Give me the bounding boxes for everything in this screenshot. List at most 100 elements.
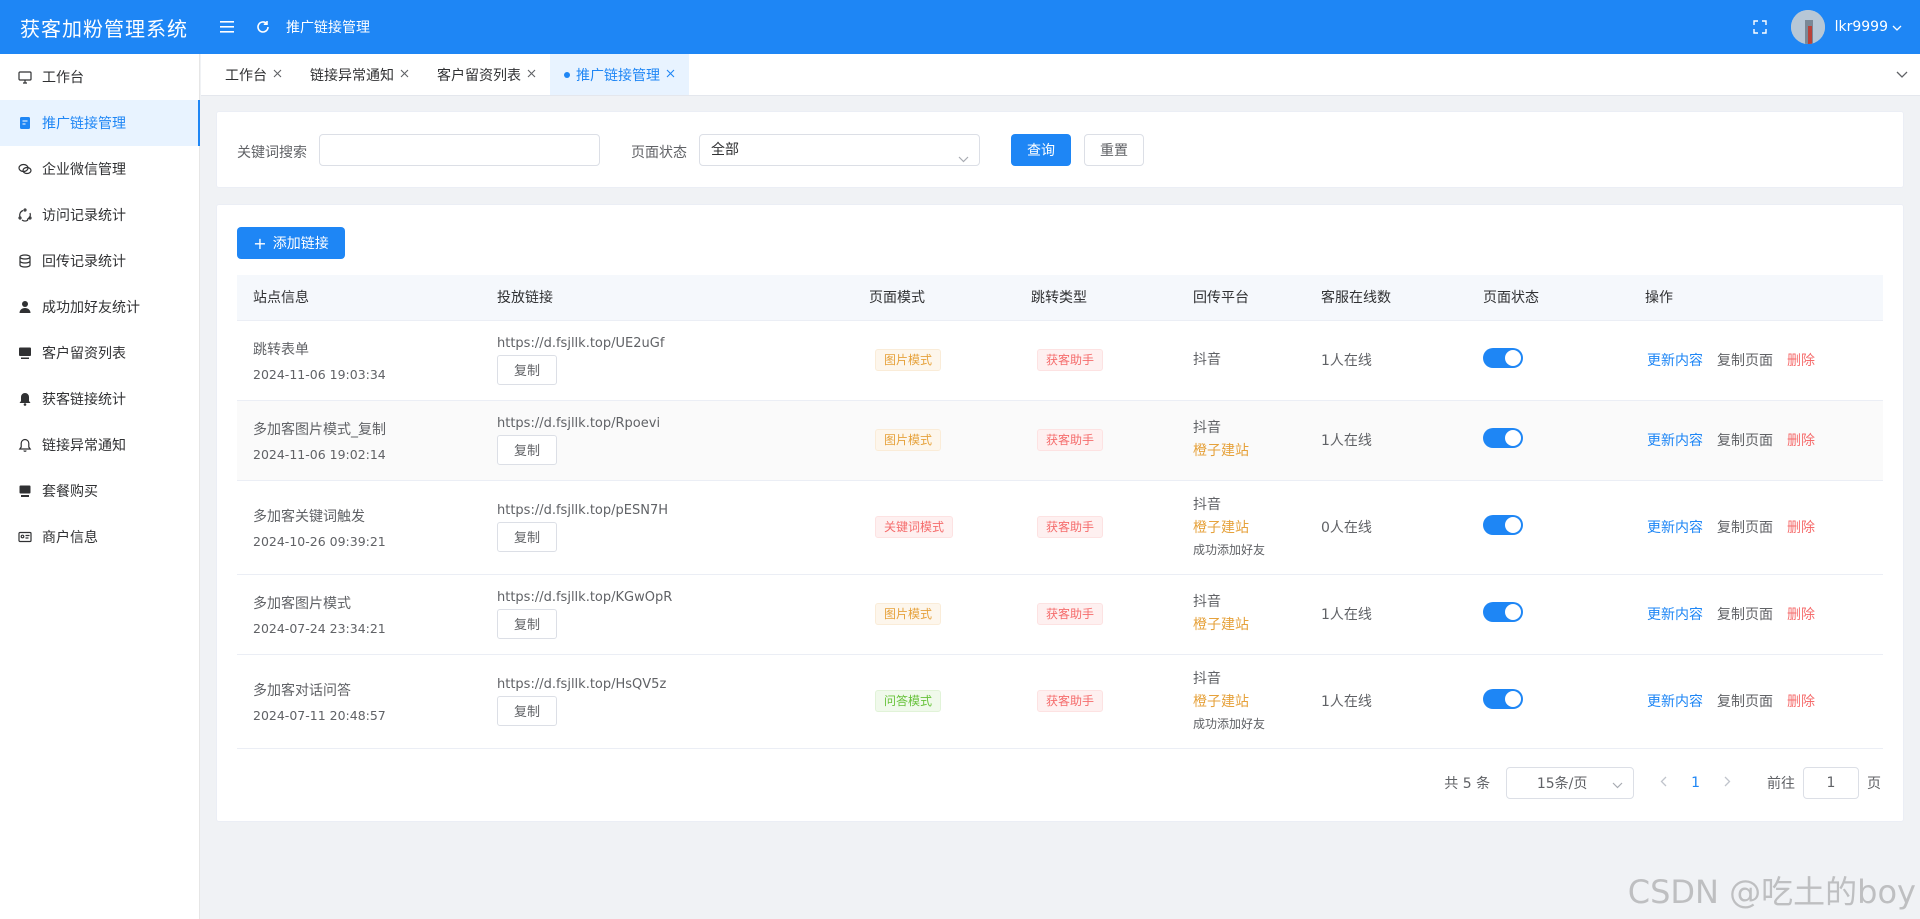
close-icon[interactable] <box>666 67 675 82</box>
platform-name: 橙子建站 <box>1193 443 1249 459</box>
tab-label: 工作台 <box>225 67 267 84</box>
sidebar-item-2[interactable]: 企业微信管理 <box>0 146 199 192</box>
document-icon <box>18 116 32 130</box>
copy-link-button[interactable]: 复制 <box>497 434 557 465</box>
sidebar-item-3[interactable]: 访问记录统计 <box>0 192 199 238</box>
sidebar-item-7[interactable]: 获客链接统计 <box>0 376 199 422</box>
user-name[interactable]: lkr9999 <box>1835 19 1888 35</box>
cycle-icon <box>18 208 32 222</box>
update-content-link[interactable]: 更新内容 <box>1647 353 1703 369</box>
copy-link-button[interactable]: 复制 <box>497 354 557 385</box>
tab-0[interactable]: 工作台 <box>211 54 296 95</box>
page-status-cell <box>1467 400 1629 481</box>
bell-icon <box>18 438 32 452</box>
add-link-button[interactable]: + 添加链接 <box>237 227 345 259</box>
sidebar-item-label: 链接异常通知 <box>42 438 126 454</box>
page-mode-cell: 图片模式 <box>853 574 1015 655</box>
sidebar-item-label: 推广链接管理 <box>42 116 126 132</box>
refresh-icon[interactable] <box>254 18 272 36</box>
sidebar-item-9[interactable]: 套餐购买 <box>0 468 199 514</box>
sidebar-item-1[interactable]: 推广链接管理 <box>0 100 200 146</box>
prev-page-icon[interactable] <box>1660 775 1667 791</box>
query-button[interactable]: 查询 <box>1011 134 1071 166</box>
update-content-link[interactable]: 更新内容 <box>1647 607 1703 623</box>
page-number-current[interactable]: 1 <box>1691 775 1700 791</box>
next-page-icon[interactable] <box>1724 775 1731 791</box>
sidebar-item-0[interactable]: 工作台 <box>0 54 199 100</box>
copy-link-button[interactable]: 复制 <box>497 695 557 726</box>
reset-button[interactable]: 重置 <box>1084 134 1144 166</box>
delete-link[interactable]: 删除 <box>1787 353 1815 369</box>
page-status-toggle[interactable] <box>1483 428 1523 448</box>
jump-type-cell: 获客助手 <box>1015 480 1177 575</box>
status-label: 页面状态 <box>631 145 687 161</box>
page-status-toggle[interactable] <box>1483 515 1523 535</box>
link-list-panel: + 添加链接 站点信息 投放链接 页面模式 跳转类型 回传平台 客服在线数 页面状态 操作 跳… <box>216 204 1904 822</box>
menu-toggle-icon[interactable] <box>218 18 236 36</box>
copy-link-button[interactable]: 复制 <box>497 521 557 552</box>
goto-unit: 页 <box>1867 776 1881 792</box>
site-name: 多加客图片模式_复制 <box>253 421 386 438</box>
tabs-spacer <box>201 54 211 95</box>
page-status-toggle[interactable] <box>1483 689 1523 709</box>
copy-link-button[interactable]: 复制 <box>497 608 557 639</box>
column-header: 页面模式 <box>853 275 1015 321</box>
status-select-value: 全部 <box>711 142 739 158</box>
platform-name: 橙子建站 <box>1193 617 1249 633</box>
sidebar-item-6[interactable]: 客户留资列表 <box>0 330 199 376</box>
sidebar-item-8[interactable]: 链接异常通知 <box>0 422 199 468</box>
delete-link[interactable]: 删除 <box>1787 520 1815 536</box>
delete-link[interactable]: 删除 <box>1787 433 1815 449</box>
page-status-toggle[interactable] <box>1483 348 1523 368</box>
actions-cell: 更新内容 复制页面 删除 <box>1629 400 1883 481</box>
page-mode-cell: 图片模式 <box>853 320 1015 401</box>
site-created-time: 2024-11-06 19:02:14 <box>253 446 386 462</box>
tab-2[interactable]: 客户留资列表 <box>423 54 550 95</box>
fullscreen-icon[interactable] <box>1751 18 1769 36</box>
page-size-value: 15条/页 <box>1536 776 1588 792</box>
site-info-cell: 多加客图片模式_复制 2024-11-06 19:02:14 <box>237 400 481 481</box>
close-icon[interactable] <box>527 67 536 82</box>
sidebar-item-4[interactable]: 回传记录统计 <box>0 238 199 284</box>
column-header: 跳转类型 <box>1015 275 1177 321</box>
goto-page-input[interactable]: 1 <box>1803 767 1859 799</box>
avatar[interactable] <box>1790 10 1825 44</box>
column-header: 投放链接 <box>481 275 853 321</box>
chevron-down-icon[interactable] <box>1896 67 1908 83</box>
close-icon[interactable] <box>400 67 409 82</box>
copy-page-link[interactable]: 复制页面 <box>1717 520 1773 536</box>
table-row: 跳转表单 2024-11-06 19:03:34 https://d.fsjllk.… <box>237 320 1883 401</box>
sidebar-item-10[interactable]: 商户信息 <box>0 514 199 560</box>
site-created-time: 2024-11-06 19:03:34 <box>253 366 386 382</box>
chevron-down-icon[interactable] <box>1892 19 1902 35</box>
jump-type-cell: 获客助手 <box>1015 574 1177 655</box>
copy-page-link[interactable]: 复制页面 <box>1717 607 1773 623</box>
copy-page-link[interactable]: 复制页面 <box>1717 353 1773 369</box>
plus-icon: + <box>253 233 267 253</box>
page-status-toggle[interactable] <box>1483 602 1523 622</box>
sidebar-item-5[interactable]: 成功加好友统计 <box>0 284 199 330</box>
page-size-select[interactable]: 15条/页 <box>1506 767 1635 799</box>
update-content-link[interactable]: 更新内容 <box>1647 433 1703 449</box>
jump-type-tag: 获客助手 <box>1037 690 1104 712</box>
platform-name: 抖音 <box>1193 420 1221 436</box>
search-panel: 关键词搜索 页面状态 全部 查询 重置 <box>216 111 1904 188</box>
update-content-link[interactable]: 更新内容 <box>1647 520 1703 536</box>
copy-page-link[interactable]: 复制页面 <box>1717 433 1773 449</box>
keyword-search-input[interactable] <box>319 134 600 166</box>
platform-name: 抖音 <box>1193 671 1221 687</box>
status-select[interactable]: 全部 <box>699 134 980 166</box>
delete-link[interactable]: 删除 <box>1787 694 1815 710</box>
column-header: 操作 <box>1629 275 1883 321</box>
link-url: https://d.fsjllk.top/pESN7H <box>497 502 668 518</box>
update-content-link[interactable]: 更新内容 <box>1647 694 1703 710</box>
tab-1[interactable]: 链接异常通知 <box>296 54 423 95</box>
watermark: CSDN @吃土的boy <box>1627 873 1916 911</box>
page-mode-cell: 问答模式 <box>853 654 1015 749</box>
add-link-label: 添加链接 <box>272 236 329 252</box>
close-icon[interactable] <box>273 67 282 82</box>
delete-link[interactable]: 删除 <box>1787 607 1815 623</box>
copy-page-link[interactable]: 复制页面 <box>1717 694 1773 710</box>
tab-3[interactable]: 推广链接管理 <box>550 54 689 95</box>
table-row: 多加客关键词触发 2024-10-26 09:39:21 https://d.fsj… <box>237 480 1883 575</box>
